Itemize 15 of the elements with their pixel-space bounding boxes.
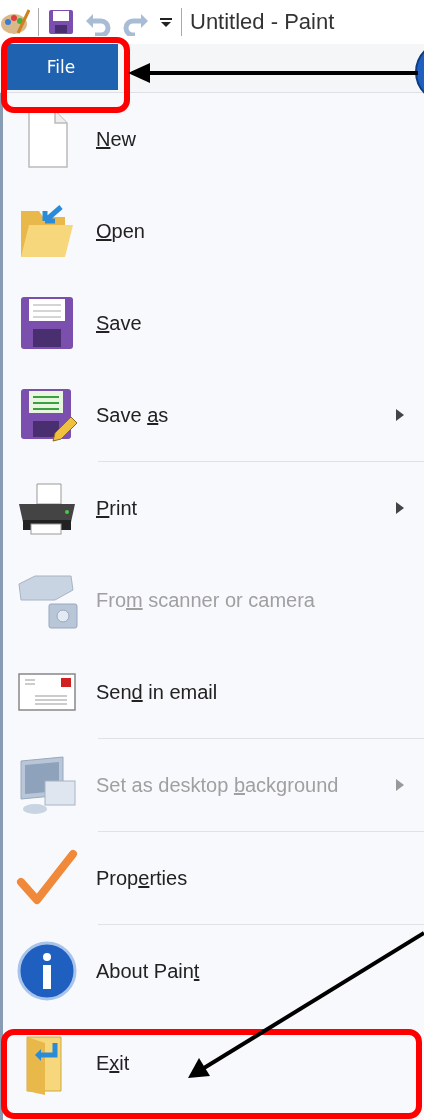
file-tab[interactable]: File — [4, 44, 118, 90]
menu-item[interactable]: Properties — [3, 832, 424, 924]
menu-item[interactable]: Send in email — [3, 646, 424, 738]
menu-item[interactable]: Save as — [3, 369, 424, 461]
menu-item[interactable]: Save — [3, 277, 424, 369]
dropdown-icon[interactable] — [159, 15, 173, 29]
palette-icon[interactable] — [0, 7, 30, 37]
menu-item[interactable]: Exit — [3, 1017, 424, 1109]
save-icon[interactable] — [47, 8, 75, 36]
info-icon — [15, 939, 79, 1003]
menu-item[interactable]: About Paint — [3, 925, 424, 1017]
menu-item[interactable]: New — [3, 93, 424, 185]
menu-item[interactable]: Open — [3, 185, 424, 277]
menu-item[interactable]: Print — [3, 462, 424, 554]
window-title: Untitled - Paint — [190, 9, 335, 35]
